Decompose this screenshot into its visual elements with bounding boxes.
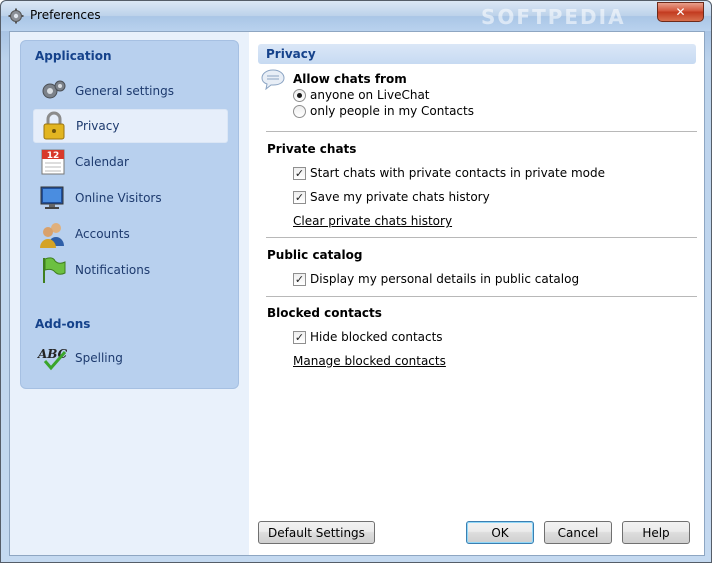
sidebar-heading-application: Application [35, 49, 112, 63]
checkbox[interactable]: ✓ [293, 330, 306, 344]
monitor-icon [37, 182, 69, 214]
sidebar-item-notifications[interactable]: Notifications [33, 253, 228, 287]
radio-contacts-only[interactable]: only people in my Contacts [293, 104, 474, 118]
checkbox-hide-blocked[interactable]: ✓ Hide blocked contacts [293, 330, 443, 344]
radio-anyone[interactable]: anyone on LiveChat [293, 88, 430, 102]
cancel-button[interactable]: Cancel [544, 521, 612, 544]
checkbox[interactable]: ✓ [293, 190, 306, 204]
sidebar-heading-addons: Add-ons [35, 317, 91, 331]
users-icon [37, 218, 69, 250]
privacy-panel: Privacy Allow chats from anyone on LiveC… [249, 32, 704, 555]
gear-icon [8, 8, 24, 24]
sidebar-item-label: Privacy [76, 119, 120, 133]
sidebar-item-label: Notifications [75, 263, 151, 277]
help-button[interactable]: Help [622, 521, 690, 544]
default-settings-button[interactable]: Default Settings [258, 521, 375, 544]
window-title: Preferences [30, 8, 101, 22]
radio-button[interactable] [293, 88, 306, 102]
checkbox-start-private-mode[interactable]: ✓ Start chats with private contacts in p… [293, 166, 605, 180]
radio-label: anyone on LiveChat [310, 88, 430, 102]
sidebar-item-privacy[interactable]: Privacy [33, 109, 228, 143]
divider [266, 237, 697, 238]
sidebar-item-calendar[interactable]: 12 Calendar [33, 145, 228, 179]
divider [266, 296, 697, 297]
sidebar: Application General settings Privacy 12 … [20, 40, 239, 389]
radio-label: only people in my Contacts [310, 104, 474, 118]
clear-history-link[interactable]: Clear private chats history [293, 214, 452, 228]
radio-button[interactable] [293, 104, 306, 118]
calendar-day-text: 12 [47, 151, 60, 161]
sidebar-item-accounts[interactable]: Accounts [33, 217, 228, 251]
section-header-privacy: Privacy [258, 44, 696, 64]
sidebar-item-label: Online Visitors [75, 191, 162, 205]
checkbox-save-history[interactable]: ✓ Save my private chats history [293, 190, 490, 204]
sidebar-item-spelling[interactable]: ABC Spelling [33, 341, 228, 375]
watermark-text: SOFTPEDIA [481, 5, 626, 29]
checkbox-label: Start chats with private contacts in pri… [310, 166, 605, 180]
sidebar-item-label: Accounts [75, 227, 130, 241]
divider [266, 131, 697, 132]
allow-chats-title: Allow chats from [293, 72, 407, 86]
private-chats-title: Private chats [267, 142, 357, 156]
gear-icon [37, 75, 69, 107]
checkbox[interactable]: ✓ [293, 272, 306, 286]
title-bar[interactable]: Preferences SOFTPEDIA ✕ [1, 1, 711, 31]
sidebar-item-label: Spelling [75, 351, 123, 365]
public-catalog-title: Public catalog [267, 248, 363, 262]
manage-blocked-link[interactable]: Manage blocked contacts [293, 354, 446, 368]
preferences-window: Preferences SOFTPEDIA ✕ Application Gene… [0, 0, 712, 563]
flag-icon [37, 254, 69, 286]
checkbox-public-details[interactable]: ✓ Display my personal details in public … [293, 272, 579, 286]
sidebar-item-online-visitors[interactable]: Online Visitors [33, 181, 228, 215]
checkbox-label: Display my personal details in public ca… [310, 272, 580, 286]
lock-icon [38, 110, 70, 142]
checkbox-label: Save my private chats history [310, 190, 490, 204]
client-area: Application General settings Privacy 12 … [9, 31, 705, 556]
checkbox-label: Hide blocked contacts [310, 330, 443, 344]
blocked-contacts-title: Blocked contacts [267, 306, 382, 320]
sidebar-item-general-settings[interactable]: General settings [33, 74, 228, 108]
close-button[interactable]: ✕ [657, 2, 704, 22]
sidebar-container: Application General settings Privacy 12 … [10, 32, 249, 555]
sidebar-item-label: Calendar [75, 155, 129, 169]
ok-button[interactable]: OK [466, 521, 534, 544]
calendar-icon: 12 [37, 146, 69, 178]
checkbox[interactable]: ✓ [293, 166, 306, 180]
spellcheck-icon: ABC [37, 342, 69, 374]
close-icon: ✕ [675, 5, 686, 19]
chat-bubble-icon [261, 68, 285, 93]
sidebar-item-label: General settings [75, 84, 174, 98]
